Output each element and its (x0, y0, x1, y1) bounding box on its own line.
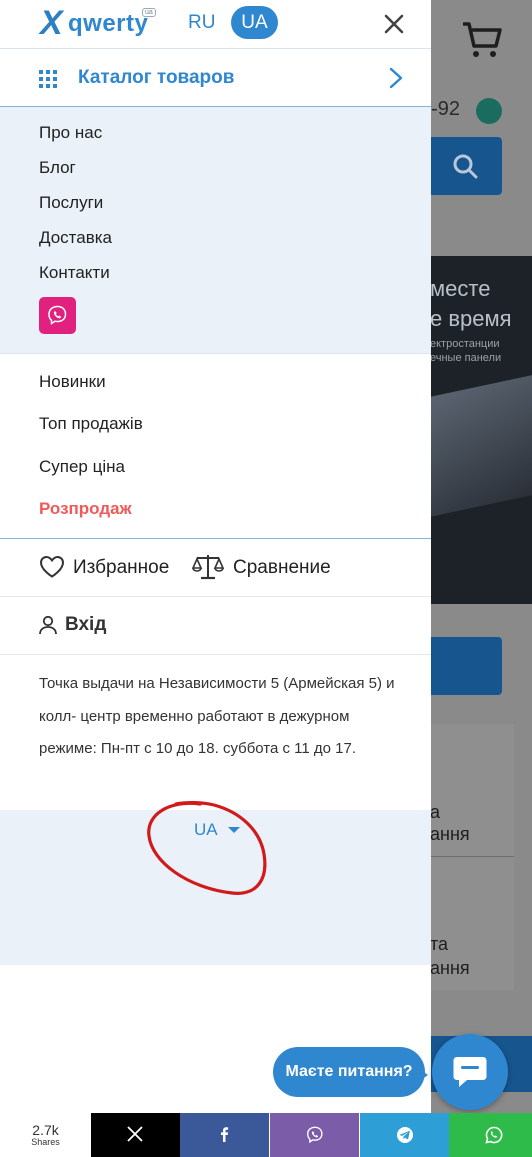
share-facebook-button[interactable] (180, 1113, 269, 1157)
menu-item-about[interactable]: Про нас (39, 123, 102, 143)
menu-item-top-sales[interactable]: Топ продажів (39, 414, 143, 434)
language-select[interactable]: UA (194, 820, 218, 840)
catalog-label: Каталог товаров (78, 67, 235, 88)
banner-text-3: ектростанции (430, 338, 500, 350)
solar-panel-image (430, 375, 532, 517)
logo-badge: ua (142, 8, 156, 17)
card-text: ання (430, 824, 470, 844)
share-count-label: Shares (31, 1137, 60, 1147)
menu-item-sale[interactable]: Розпродаж (39, 499, 132, 519)
menu-item-services[interactable]: Послуги (39, 193, 103, 213)
logo-mark-icon: X (40, 4, 63, 42)
x-icon (127, 1126, 143, 1142)
telegram-icon (476, 98, 502, 124)
chevron-right-icon (389, 67, 403, 89)
favorites-link[interactable]: Избранное (73, 557, 169, 579)
side-menu: X qwerty ua RU UA Каталог товаров Про на… (0, 0, 431, 1113)
share-viber-button[interactable] (270, 1113, 359, 1157)
caret-down-icon[interactable] (228, 827, 240, 833)
menu-item-new[interactable]: Новинки (39, 372, 106, 392)
user-icon (39, 615, 57, 635)
divider (430, 856, 514, 857)
search-icon (453, 154, 478, 179)
whatsapp-icon (485, 1126, 503, 1144)
info-links: Про нас Блог Послуги Доставка Контакти (0, 107, 431, 353)
favorites-compare-row: Избранное Сравнение (0, 539, 431, 597)
facebook-icon (221, 1127, 229, 1142)
lang-ru-link[interactable]: RU (188, 12, 215, 34)
menu-item-delivery[interactable]: Доставка (39, 228, 112, 248)
login-link[interactable]: Вхід (65, 614, 106, 636)
menu-item-super-price[interactable]: Супер ціна (39, 457, 125, 477)
lang-ua-active[interactable]: UA (231, 6, 278, 39)
scales-icon[interactable] (192, 553, 224, 581)
viber-icon (48, 305, 67, 325)
chat-icon (453, 1057, 487, 1087)
share-telegram-button[interactable] (360, 1113, 449, 1157)
compare-link[interactable]: Сравнение (233, 557, 331, 579)
promo-banner: месте е время ектростанции ечные панели (430, 256, 532, 604)
share-whatsapp-button[interactable] (449, 1113, 532, 1157)
banner-text-2: е время (430, 306, 512, 331)
search-button (430, 137, 502, 195)
share-count-value: 2.7k (32, 1122, 59, 1138)
banner-text-1: месте (430, 276, 491, 301)
telegram-icon (397, 1127, 413, 1143)
menu-item-contacts[interactable]: Контакти (39, 263, 110, 283)
chat-bubble-tail (418, 1068, 428, 1082)
background-button (430, 637, 502, 695)
close-icon[interactable] (382, 12, 406, 36)
catalog-link[interactable]: Каталог товаров (0, 48, 431, 107)
card-text: ання (430, 958, 470, 978)
background-product-cards: а ання та ання (430, 724, 514, 990)
viber-button[interactable] (39, 297, 76, 334)
grid-icon (39, 70, 57, 88)
logo-text: qwerty (68, 10, 149, 37)
card-text: та (430, 934, 449, 954)
store-hours-notice: Точка выдачи на Независимости 5 (Армейск… (39, 675, 395, 757)
heart-icon[interactable] (39, 555, 65, 579)
menu-item-blog[interactable]: Блог (39, 158, 76, 178)
share-x-button[interactable] (91, 1113, 180, 1157)
banner-text-4: ечные панели (430, 352, 502, 364)
share-bar: 2.7k Shares (0, 1113, 532, 1157)
cart-icon (463, 22, 502, 57)
logo[interactable]: X qwerty ua (40, 6, 162, 40)
viber-icon (307, 1126, 323, 1144)
chat-prompt[interactable]: Маєте питання? (273, 1047, 425, 1097)
menu-header: X qwerty ua RU UA (0, 0, 431, 48)
language-block: UA (0, 810, 431, 965)
chat-button[interactable] (432, 1034, 508, 1110)
card-text: а (430, 802, 441, 822)
login-row[interactable]: Вхід (0, 597, 431, 655)
promo-links: Новинки Топ продажів Супер ціна Розпрода… (0, 353, 431, 539)
share-count: 2.7k Shares (0, 1113, 91, 1157)
